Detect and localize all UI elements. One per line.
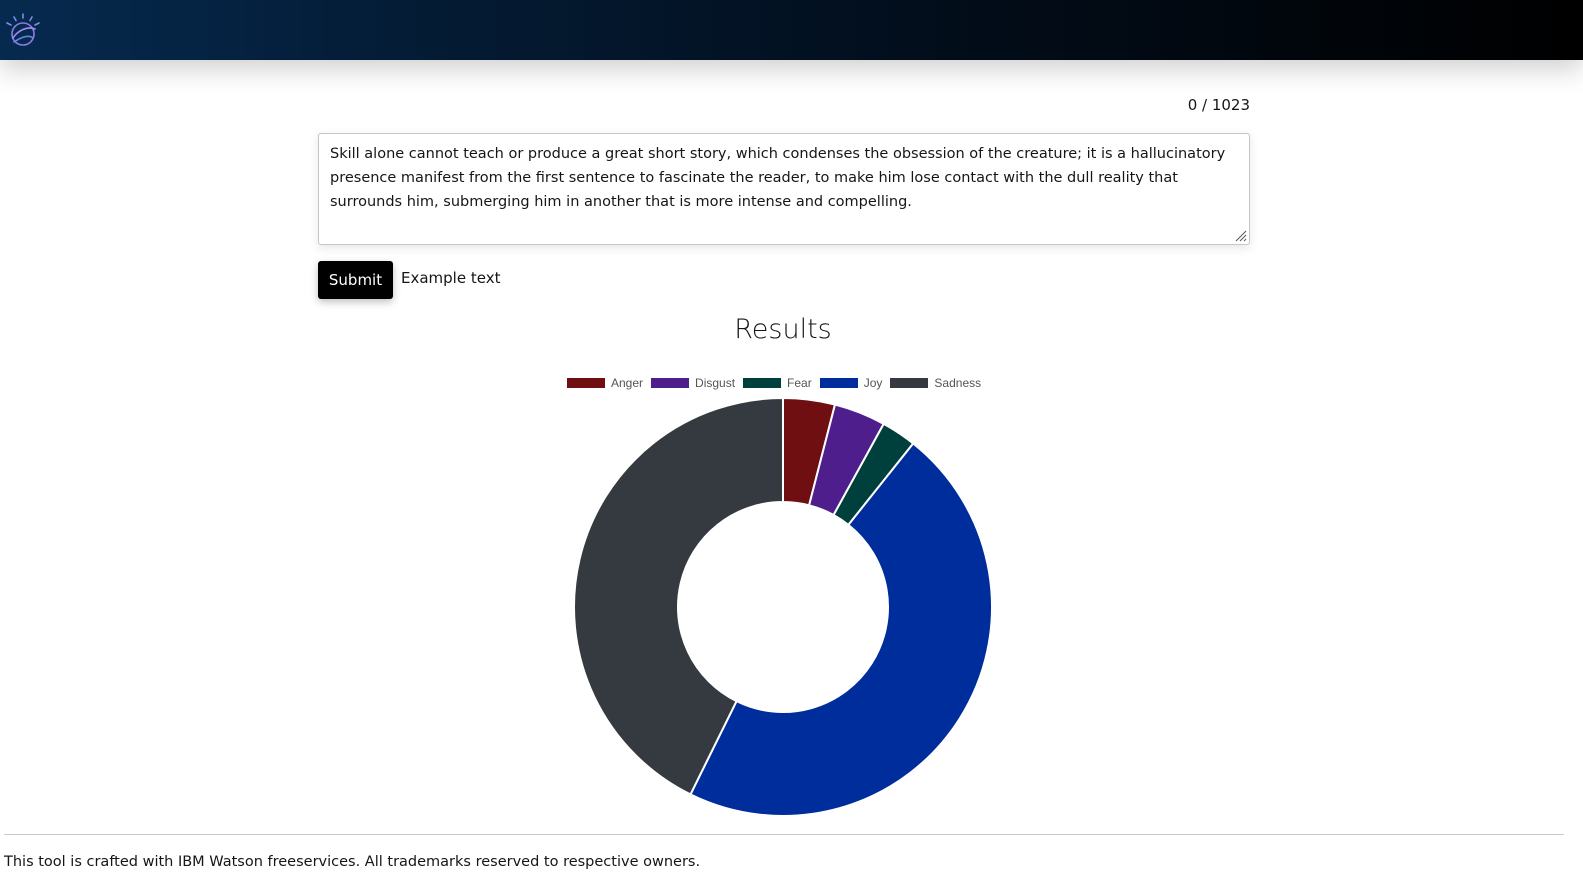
legend-swatch bbox=[651, 377, 690, 388]
footer-text: This tool is crafted with IBM Watson fre… bbox=[4, 854, 701, 870]
legend-swatch bbox=[743, 377, 782, 388]
legend-label: Disgust bbox=[695, 375, 736, 390]
results-title: Results bbox=[734, 314, 832, 345]
resize-handle-icon[interactable] bbox=[1235, 230, 1247, 242]
character-counter: 0 / 1023 bbox=[1187, 96, 1250, 114]
legend-label: Fear bbox=[787, 375, 812, 390]
submit-button[interactable]: Submit bbox=[318, 261, 393, 299]
legend-item-joy[interactable]: Joy bbox=[819, 372, 883, 391]
legend-label: Anger bbox=[611, 375, 644, 390]
legend-item-fear[interactable]: Fear bbox=[743, 372, 812, 391]
example-text-link[interactable]: Example text bbox=[401, 269, 500, 287]
chart-legend: Anger Disgust Fear Joy Sadness bbox=[567, 371, 989, 390]
legend-swatch bbox=[819, 377, 858, 388]
footer-divider bbox=[4, 834, 1564, 835]
text-input[interactable] bbox=[318, 133, 1250, 245]
legend-item-disgust[interactable]: Disgust bbox=[651, 372, 735, 391]
legend-label: Sadness bbox=[934, 375, 982, 390]
ibm-watson-logo-icon[interactable] bbox=[4, 12, 42, 50]
legend-swatch bbox=[567, 377, 605, 388]
legend-item-sadness[interactable]: Sadness bbox=[890, 372, 981, 391]
legend-swatch bbox=[890, 377, 929, 388]
top-navigation-bar bbox=[0, 0, 1583, 60]
emotion-doughnut-chart bbox=[573, 397, 993, 817]
legend-label: Joy bbox=[863, 375, 883, 390]
legend-item-anger[interactable]: Anger bbox=[567, 372, 643, 391]
